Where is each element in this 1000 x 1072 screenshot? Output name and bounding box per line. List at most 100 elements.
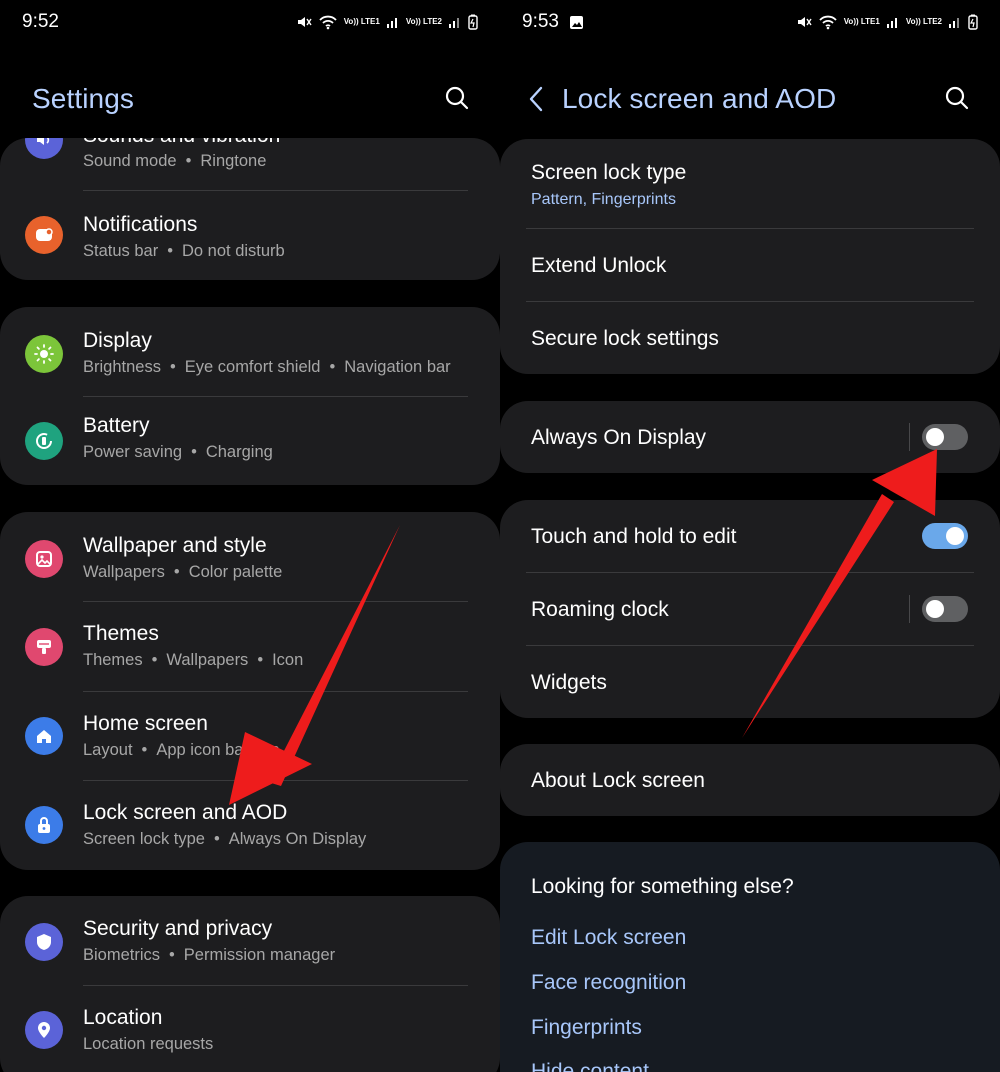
item-subtitle: Themes • Wallpapers • Icon bbox=[83, 651, 304, 669]
settings-item-lock-screen[interactable]: Lock screen and AOD Screen lock type • Alw… bbox=[0, 781, 500, 869]
secure-lock-settings-item[interactable]: Secure lock settings bbox=[500, 302, 1000, 374]
status-time: 9:52 bbox=[22, 11, 59, 32]
signal-icon bbox=[386, 18, 397, 28]
settings-item-home-screen[interactable]: Home screen Layout • App icon badges bbox=[0, 692, 500, 782]
widgets-item[interactable]: Widgets bbox=[500, 646, 1000, 718]
themes-icon bbox=[25, 628, 63, 666]
lock-settings-card: Screen lock type Pattern, Fingerprints E… bbox=[500, 139, 1000, 374]
network-lte1: Vo)) LTE1 bbox=[343, 17, 380, 26]
signal-icon bbox=[449, 18, 459, 28]
gallery-icon bbox=[569, 15, 583, 29]
settings-item-themes[interactable]: Themes Themes • Wallpapers • Icon bbox=[0, 602, 500, 692]
settings-group-3: Wallpaper and style Wallpapers • Color pal… bbox=[0, 512, 500, 870]
status-time: 9:53 bbox=[522, 11, 584, 33]
signal-icon bbox=[949, 18, 959, 28]
item-title: Always On Display bbox=[531, 426, 707, 449]
item-title: Notifications bbox=[83, 213, 198, 236]
link-hide-content[interactable]: Hide content bbox=[531, 1060, 649, 1072]
back-icon[interactable] bbox=[528, 86, 544, 112]
separator bbox=[909, 423, 910, 451]
display-icon bbox=[25, 335, 63, 373]
item-subtitle: Location requests bbox=[83, 1035, 214, 1053]
item-title: Sounds and vibration bbox=[83, 138, 280, 148]
item-subtitle: Power saving • Charging bbox=[83, 443, 273, 461]
item-subtitle: Sound mode • Ringtone bbox=[83, 152, 267, 170]
network-lte1: Vo)) LTE1 bbox=[843, 17, 880, 26]
location-icon bbox=[25, 1011, 63, 1049]
lock-icon bbox=[25, 806, 63, 844]
lock-screen-options-card: Touch and hold to edit Roaming clock Wid… bbox=[500, 500, 1000, 718]
divider bbox=[83, 190, 468, 191]
roaming-clock-item[interactable]: Roaming clock bbox=[500, 573, 1000, 646]
item-title: Wallpaper and style bbox=[83, 534, 267, 557]
item-subtitle: Screen lock type • Always On Display bbox=[83, 830, 367, 848]
item-title: Secure lock settings bbox=[531, 327, 719, 350]
item-subtitle: Status bar • Do not disturb bbox=[83, 242, 285, 260]
about-lock-screen-item[interactable]: About Lock screen bbox=[500, 744, 1000, 816]
aod-card: Always On Display bbox=[500, 401, 1000, 473]
settings-screen: 9:52 Vo)) LTE1 Vo)) LTE2 Settings Sounds… bbox=[0, 0, 500, 1072]
wifi-icon bbox=[319, 15, 337, 30]
wallpaper-icon bbox=[25, 540, 63, 578]
status-icons: Vo)) LTE1 Vo)) LTE2 bbox=[296, 14, 478, 30]
item-title: Battery bbox=[83, 414, 150, 437]
settings-item-sounds[interactable]: Sounds and vibration Sound mode•Ringtone bbox=[0, 138, 500, 181]
item-title: Security and privacy bbox=[83, 917, 273, 940]
link-face-recognition[interactable]: Face recognition bbox=[531, 971, 686, 995]
wifi-icon bbox=[819, 15, 837, 30]
page-title: Lock screen and AOD bbox=[562, 83, 837, 114]
network-lte2: Vo)) LTE2 bbox=[405, 17, 442, 26]
settings-item-security[interactable]: Security and privacy Biometrics • Permissi… bbox=[0, 908, 500, 986]
settings-group-1: Sounds and vibration Sound mode•Ringtone… bbox=[0, 138, 500, 280]
search-icon[interactable] bbox=[444, 85, 470, 111]
shield-icon bbox=[25, 923, 63, 961]
separator bbox=[909, 595, 910, 623]
always-on-display-item[interactable]: Always On Display bbox=[500, 401, 1000, 473]
battery-status-icon bbox=[468, 14, 478, 30]
item-value: Pattern, Fingerprints bbox=[531, 191, 676, 208]
settings-item-wallpaper[interactable]: Wallpaper and style Wallpapers • Color pal… bbox=[0, 524, 500, 602]
notification-icon bbox=[25, 216, 63, 254]
settings-group-2: Display Brightness • Eye comfort shield • Na… bbox=[0, 307, 500, 485]
roaming-clock-toggle[interactable] bbox=[922, 596, 968, 622]
item-title: Touch and hold to edit bbox=[531, 525, 737, 548]
item-title: Location bbox=[83, 1006, 163, 1029]
item-title: Roaming clock bbox=[531, 598, 669, 621]
home-icon bbox=[25, 717, 63, 755]
settings-item-battery[interactable]: Battery Power saving • Charging bbox=[0, 397, 500, 479]
touch-hold-item[interactable]: Touch and hold to edit bbox=[500, 500, 1000, 573]
item-title: Screen lock type bbox=[531, 161, 687, 184]
mute-icon bbox=[297, 17, 312, 27]
settings-header: Settings bbox=[0, 76, 500, 122]
item-subtitle: Biometrics • Permission manager bbox=[83, 946, 336, 964]
link-edit-lock-screen[interactable]: Edit Lock screen bbox=[531, 926, 686, 950]
status-bar: 9:53 Vo)) LTE1 Vo)) LTE2 bbox=[522, 8, 978, 36]
screen-lock-type-item[interactable]: Screen lock type Pattern, Fingerprints bbox=[500, 139, 1000, 229]
battery-icon bbox=[25, 422, 63, 460]
link-fingerprints[interactable]: Fingerprints bbox=[531, 1016, 642, 1040]
status-bar: 9:52 Vo)) LTE1 Vo)) LTE2 bbox=[22, 8, 478, 36]
aod-toggle[interactable] bbox=[922, 424, 968, 450]
settings-item-display[interactable]: Display Brightness • Eye comfort shield • Na… bbox=[0, 319, 500, 397]
lock-screen-settings: 9:53 Vo)) LTE1 Vo)) LTE2 Lock screen and… bbox=[500, 0, 1000, 1072]
about-card: About Lock screen bbox=[500, 744, 1000, 816]
touch-hold-toggle[interactable] bbox=[922, 523, 968, 549]
mute-icon bbox=[797, 17, 812, 27]
item-title: Display bbox=[83, 329, 152, 352]
item-title: About Lock screen bbox=[531, 769, 705, 792]
extend-unlock-item[interactable]: Extend Unlock bbox=[500, 229, 1000, 302]
sound-icon bbox=[25, 138, 63, 159]
item-title: Home screen bbox=[83, 712, 208, 735]
item-title: Themes bbox=[83, 622, 159, 645]
settings-item-location[interactable]: Location Location requests bbox=[0, 986, 500, 1072]
settings-group-4: Security and privacy Biometrics • Permissi… bbox=[0, 896, 500, 1072]
item-subtitle: Wallpapers • Color palette bbox=[83, 563, 283, 581]
network-lte2: Vo)) LTE2 bbox=[905, 17, 942, 26]
suggestions-title: Looking for something else? bbox=[531, 875, 794, 898]
item-subtitle: Layout • App icon badges bbox=[83, 741, 280, 759]
search-icon[interactable] bbox=[944, 85, 970, 111]
settings-item-notifications[interactable]: Notifications Status bar • Do not disturb bbox=[0, 196, 500, 274]
item-subtitle: Brightness • Eye comfort shield • Navigation… bbox=[83, 358, 451, 376]
signal-icon bbox=[886, 18, 897, 28]
lock-screen-header: Lock screen and AOD bbox=[500, 76, 1000, 122]
